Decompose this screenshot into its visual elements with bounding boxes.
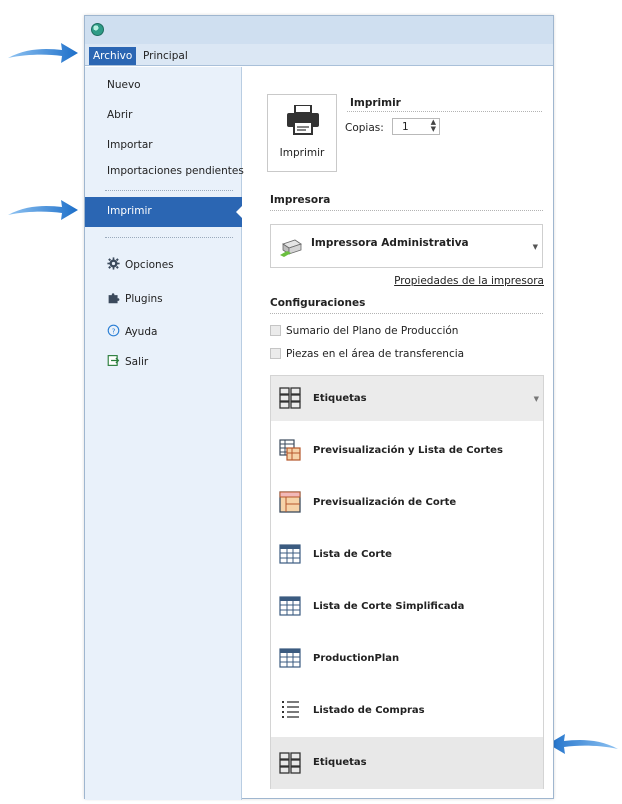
copies-value: 1 — [402, 121, 409, 133]
preview-list-icon — [279, 439, 301, 461]
section-divider — [270, 210, 543, 211]
labels-icon — [279, 752, 301, 774]
callout-arrow-etiquetas — [548, 734, 618, 754]
report-select[interactable]: Etiquetas ▼ — [271, 376, 543, 421]
checkbox-label: Sumario del Plano de Producción — [286, 325, 459, 337]
report-option-lista-corte[interactable]: Lista de Corte — [271, 529, 543, 581]
ribbon-tabs: Archivo Principal — [85, 44, 553, 66]
checkbox-sumario[interactable]: Sumario del Plano de Producción — [270, 325, 458, 337]
copies-label: Copias: — [345, 122, 384, 134]
report-option-label: Previsualización de Corte — [313, 497, 457, 508]
sidebar-item-importaciones-pendientes[interactable]: Importaciones pendientes — [107, 165, 244, 177]
sidebar-item-label: Imprimir — [107, 205, 152, 217]
help-icon: ? — [107, 324, 120, 337]
callout-arrow-archivo — [8, 43, 78, 63]
callout-arrow-imprimir — [8, 200, 78, 220]
sidebar-item-label: Abrir — [107, 109, 133, 121]
sidebar-item-importar[interactable]: Importar — [107, 139, 153, 151]
network-printer-icon — [280, 239, 302, 257]
printer-select[interactable]: Impressora Administrativa ▼ — [270, 224, 543, 268]
preview-cut-icon — [279, 491, 301, 513]
app-window: Archivo Principal Nuevo Abrir Importar I… — [84, 15, 554, 800]
tab-principal[interactable]: Principal — [139, 47, 192, 65]
checkbox-label: Piezas en el área de transferencia — [286, 348, 465, 360]
section-divider — [270, 313, 543, 314]
table-icon — [279, 544, 301, 564]
sidebar-item-abrir[interactable]: Abrir — [107, 109, 132, 121]
table-icon — [279, 596, 301, 616]
title-bar — [85, 16, 553, 44]
report-option-listado-compras[interactable]: Listado de Compras — [271, 685, 543, 737]
printer-properties-link[interactable]: Propiedades de la impresora — [394, 275, 544, 287]
sidebar-item-imprimir[interactable]: Imprimir — [85, 197, 243, 227]
report-dropdown: Etiquetas ▼ Previsualización y Lista de … — [270, 375, 544, 789]
sidebar-item-label: Importar — [107, 139, 153, 151]
sidebar-item-label: Ayuda — [125, 326, 158, 338]
gear-icon — [107, 257, 120, 270]
backstage-sidebar: Nuevo Abrir Importar Importaciones pendi… — [85, 67, 244, 800]
printer-icon — [287, 105, 319, 135]
printer-section-title: Impresora — [270, 194, 331, 206]
report-option-preview-cut[interactable]: Previsualización de Corte — [271, 477, 543, 529]
app-logo-icon — [91, 23, 104, 36]
sidebar-divider — [105, 190, 233, 191]
report-select-value: Etiquetas — [313, 393, 367, 404]
report-option-preview-list[interactable]: Previsualización y Lista de Cortes — [271, 425, 543, 477]
checkbox-box[interactable] — [270, 325, 281, 336]
report-option-etiquetas[interactable]: Etiquetas — [271, 737, 543, 789]
table-icon — [279, 648, 301, 668]
stepper-arrows-icon[interactable]: ▲ ▼ — [431, 119, 436, 133]
sidebar-item-opciones[interactable]: Opciones — [107, 257, 174, 271]
checklist-icon — [282, 701, 299, 718]
puzzle-icon — [108, 293, 120, 304]
exit-icon — [107, 355, 120, 366]
sidebar-item-plugins[interactable]: Plugins — [107, 291, 163, 305]
printer-name: Impressora Administrativa — [311, 237, 469, 249]
report-option-lista-corte-simplificada[interactable]: Lista de Corte Simplificada — [271, 581, 543, 633]
report-option-production-plan[interactable]: ProductionPlan — [271, 633, 543, 685]
sidebar-item-label: Importaciones pendientes — [107, 165, 244, 177]
sidebar-item-label: Nuevo — [107, 79, 141, 91]
checkbox-box[interactable] — [270, 348, 281, 359]
chevron-down-icon: ▼ — [532, 243, 538, 251]
sidebar-item-label: Salir — [125, 356, 149, 368]
sidebar-item-label: Opciones — [125, 259, 174, 271]
report-option-label: Lista de Corte — [313, 549, 392, 560]
report-option-label: Listado de Compras — [313, 705, 425, 716]
sidebar-item-label: Plugins — [125, 293, 163, 305]
print-panel: Imprimir Imprimir Copias: 1 ▲ ▼ Impresora… — [243, 67, 553, 800]
tab-archivo[interactable]: Archivo — [89, 47, 137, 65]
section-divider — [347, 111, 542, 112]
config-section-title: Configuraciones — [270, 297, 366, 309]
report-option-label: Etiquetas — [313, 757, 367, 768]
labels-icon — [279, 387, 301, 409]
report-option-label: ProductionPlan — [313, 653, 400, 664]
checkbox-piezas[interactable]: Piezas en el área de transferencia — [270, 348, 464, 360]
svg-text:?: ? — [112, 326, 116, 335]
copies-stepper[interactable]: 1 ▲ ▼ — [392, 118, 440, 135]
sidebar-divider — [105, 237, 233, 238]
print-button-label: Imprimir — [279, 147, 325, 159]
sidebar-item-ayuda[interactable]: ? Ayuda — [107, 324, 157, 338]
report-option-label: Previsualización y Lista de Cortes — [313, 445, 503, 456]
sidebar-item-salir[interactable]: Salir — [107, 354, 148, 368]
report-option-label: Lista de Corte Simplificada — [313, 601, 465, 612]
print-button[interactable]: Imprimir — [267, 94, 337, 172]
print-section-title: Imprimir — [350, 97, 401, 109]
sidebar-item-nuevo[interactable]: Nuevo — [107, 79, 141, 91]
chevron-down-icon: ▼ — [533, 395, 539, 403]
